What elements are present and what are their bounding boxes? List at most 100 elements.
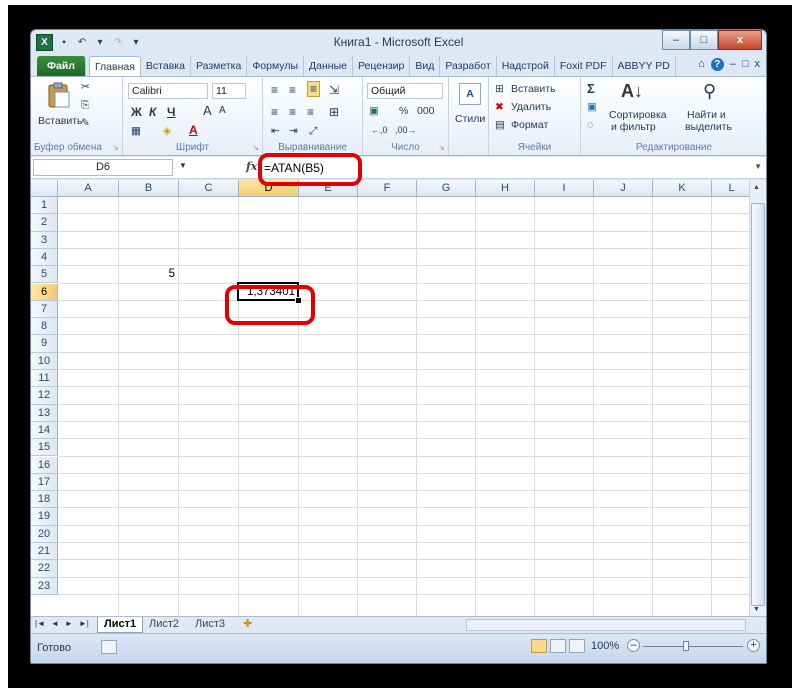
tab-page-layout[interactable]: Разметка — [191, 56, 248, 76]
row-header-5[interactable]: 5 — [31, 266, 58, 284]
sheet-tab-2[interactable]: Лист2 — [143, 617, 185, 632]
delete-cells-icon[interactable]: ✖ — [495, 101, 504, 113]
sort-filter-label[interactable]: Сортировка — [609, 109, 667, 121]
align-bottom-icon[interactable]: ≡ — [307, 81, 321, 97]
row-header-7[interactable]: 7 — [31, 300, 58, 319]
horizontal-scrollbar[interactable] — [466, 619, 746, 631]
next-sheet-icon[interactable]: ► — [65, 619, 73, 628]
row-header-6[interactable]: 6 — [31, 283, 58, 301]
insert-cells-icon[interactable]: ⊞ — [495, 83, 504, 95]
column-header-c[interactable]: C — [179, 180, 239, 197]
column-header-b[interactable]: B — [119, 180, 179, 197]
paste-label[interactable]: Вставить — [38, 115, 83, 127]
column-header-l[interactable]: L — [712, 180, 749, 197]
row-header-12[interactable]: 12 — [31, 387, 58, 405]
font-name-combo[interactable]: Calibri — [128, 83, 208, 99]
cut-icon[interactable]: ✂ — [81, 81, 90, 93]
row-header-14[interactable]: 14 — [31, 421, 58, 440]
tab-developer[interactable]: Разработ — [440, 56, 497, 76]
decrease-indent-icon[interactable]: ⇤ — [271, 125, 280, 137]
insert-cells-label[interactable]: Вставить — [511, 83, 556, 95]
first-sheet-icon[interactable]: |◄ — [35, 619, 45, 628]
sheet-tab-1[interactable]: Лист1 — [97, 617, 144, 633]
normal-view-button[interactable] — [531, 639, 547, 653]
delete-cells-label[interactable]: Удалить — [511, 101, 551, 113]
doc-restore-icon[interactable]: □ — [742, 58, 749, 71]
macro-record-icon[interactable] — [101, 640, 117, 654]
increase-indent-icon[interactable]: ⇥ — [289, 125, 298, 137]
number-format-combo[interactable]: Общий — [367, 83, 443, 99]
row-header-10[interactable]: 10 — [31, 352, 58, 370]
column-header-f[interactable]: F — [358, 180, 417, 197]
paste-icon[interactable] — [45, 81, 73, 109]
scroll-up-icon[interactable]: ▲ — [753, 184, 760, 191]
collapse-ribbon-icon[interactable]: ⌂ — [698, 58, 705, 71]
row-header-21[interactable]: 21 — [31, 543, 58, 561]
row-header-1[interactable]: 1 — [31, 197, 58, 215]
font-launcher-icon[interactable]: ↘ — [252, 143, 259, 152]
copy-icon[interactable]: ⎘ — [81, 99, 89, 112]
row-header-15[interactable]: 15 — [31, 439, 58, 457]
bold-button[interactable]: Ж — [131, 105, 142, 119]
name-box[interactable]: D6 — [33, 159, 173, 176]
sort-filter-label-2[interactable]: и фильтр — [611, 121, 656, 133]
align-middle-icon[interactable]: ≡ — [289, 83, 296, 97]
zoom-out-button[interactable]: – — [627, 639, 640, 652]
italic-button[interactable]: К — [149, 105, 156, 119]
row-header-2[interactable]: 2 — [31, 214, 58, 232]
doc-close-icon[interactable]: x — [755, 58, 761, 71]
row-header-23[interactable]: 23 — [31, 577, 58, 595]
fill-icon[interactable]: ▣ — [587, 101, 597, 113]
percent-button[interactable]: % — [399, 105, 408, 117]
scroll-down-icon[interactable]: ▼ — [753, 606, 760, 613]
wrap-text-icon[interactable]: ⇲ — [329, 83, 339, 97]
row-header-4[interactable]: 4 — [31, 248, 58, 267]
doc-minimize-icon[interactable]: – — [730, 58, 736, 71]
currency-icon[interactable]: ▣ — [369, 105, 379, 117]
page-layout-view-button[interactable] — [550, 639, 566, 653]
prev-sheet-icon[interactable]: ◄ — [51, 619, 59, 628]
styles-icon[interactable]: A — [459, 83, 481, 105]
column-header-h[interactable]: H — [476, 180, 535, 197]
align-right-icon[interactable]: ≡ — [307, 105, 314, 119]
row-header-11[interactable]: 11 — [31, 370, 58, 388]
align-top-icon[interactable]: ≡ — [271, 83, 278, 97]
decrease-decimal-icon[interactable]: ,00→ — [395, 125, 417, 135]
clipboard-launcher-icon[interactable]: ↘ — [112, 143, 119, 152]
thousands-button[interactable]: 000 — [417, 105, 435, 117]
zoom-slider-track[interactable] — [643, 646, 743, 647]
minimize-button[interactable]: – — [662, 30, 690, 50]
align-center-icon[interactable]: ≡ — [289, 105, 296, 119]
close-button[interactable]: x — [718, 30, 762, 50]
styles-label[interactable]: Стили — [455, 113, 485, 125]
row-header-9[interactable]: 9 — [31, 335, 58, 353]
maximize-button[interactable]: □ — [690, 30, 718, 50]
tab-formulas[interactable]: Формулы — [247, 56, 305, 76]
fill-color-icon[interactable]: ◈ — [163, 125, 171, 137]
column-header-a[interactable]: A — [58, 180, 119, 197]
row-header-8[interactable]: 8 — [31, 318, 58, 336]
find-select-label-2[interactable]: выделить — [685, 121, 732, 133]
clear-icon[interactable]: ◌ — [587, 119, 593, 131]
column-header-g[interactable]: G — [417, 180, 476, 197]
align-left-icon[interactable]: ≡ — [271, 105, 278, 119]
find-select-icon[interactable]: ⚲ — [703, 81, 716, 102]
tab-data[interactable]: Данные — [304, 56, 353, 76]
column-header-i[interactable]: I — [535, 180, 594, 197]
shrink-font-button[interactable]: A — [219, 105, 226, 116]
tab-view[interactable]: Вид — [410, 56, 441, 76]
font-size-combo[interactable]: 11 — [212, 83, 246, 99]
tab-review[interactable]: Рецензир — [353, 56, 411, 76]
row-header-13[interactable]: 13 — [31, 404, 58, 422]
spreadsheet-grid[interactable]: A B C D E F G H I J K L 1 2 3 4 5 6 7 8 9 10 11 12 13 14 15 16 17 18 1… — [31, 180, 749, 616]
format-cells-icon[interactable]: ▤ — [495, 119, 505, 131]
sheet-tab-3[interactable]: Лист3 — [189, 617, 231, 632]
page-break-view-button[interactable] — [569, 639, 585, 653]
tab-addins[interactable]: Надстрой — [497, 56, 555, 76]
row-header-20[interactable]: 20 — [31, 525, 58, 543]
expand-formula-bar-icon[interactable]: ▼ — [754, 162, 762, 171]
number-launcher-icon[interactable]: ↘ — [438, 143, 445, 152]
zoom-slider-thumb[interactable] — [683, 641, 689, 651]
row-header-18[interactable]: 18 — [31, 491, 58, 509]
merge-center-icon[interactable]: ⊞ — [329, 105, 339, 119]
